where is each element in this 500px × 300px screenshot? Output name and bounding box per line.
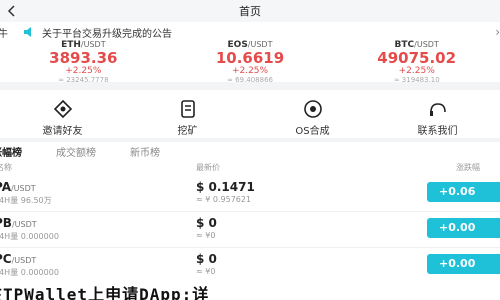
row-volume: 24H量 96.50万	[0, 196, 52, 205]
row-quote: /USDT	[10, 184, 36, 193]
ranking-tabs: 涨幅榜 成交额榜 新币榜	[0, 142, 500, 160]
chevron-right-icon[interactable]: ›	[495, 25, 500, 39]
row-quote: /USDT	[11, 220, 37, 229]
ticker-eos[interactable]: EOS/USDT 10.6619 +2.25% ≈ 69.408866	[167, 40, 334, 84]
caption-text: 在TPWallet上申请DApp:详	[0, 285, 210, 300]
ticker-strip: ETH/USDT 3893.36 +2.25% ≈ 23245.7778 EOS…	[0, 40, 500, 84]
speaker-icon	[24, 27, 31, 37]
column-header: 名称 最新价 涨跌幅	[0, 160, 500, 174]
app-screen: 首页 牛 关于平台交易升级完成的公告 › ETH/USDT 3893.36 +2…	[0, 0, 500, 300]
ticker-change: +2.25%	[398, 66, 435, 76]
ticker-price: 3893.36	[49, 49, 118, 67]
ticker-quote: /USDT	[247, 40, 273, 49]
tab-gainers[interactable]: 涨幅榜	[0, 144, 22, 159]
ticker-price: 10.6619	[215, 49, 285, 67]
notice-bar[interactable]: 牛 关于平台交易升级完成的公告 ›	[0, 22, 500, 42]
col-change: 涨跌幅	[456, 163, 480, 172]
caption-banner: 在TPWallet上申请DApp:详	[0, 282, 500, 300]
tab-new-coins[interactable]: 新币榜	[130, 144, 160, 159]
table-row[interactable]: PB/USDT 24H量 0.000000 $ 0 ≈ ¥0 +0.00	[0, 212, 500, 248]
mining-icon	[180, 100, 195, 118]
row-symbol: PB	[0, 216, 12, 230]
tab-volume[interactable]: 成交额榜	[56, 144, 96, 159]
table-row[interactable]: PC/USDT 24H量 0.000000 $ 0 ≈ ¥0 +0.00	[0, 248, 500, 284]
row-fiat: ≈ ¥0	[196, 267, 216, 276]
quick-mining[interactable]: 挖矿	[125, 92, 250, 138]
row-price: $ 0	[196, 252, 217, 266]
ticker-quote: /USDT	[80, 40, 106, 49]
quick-label: 挖矿	[177, 126, 198, 137]
col-price: 最新价	[196, 163, 220, 172]
quick-invite[interactable]: 邀请好友	[0, 92, 125, 138]
change-badge[interactable]: +0.06	[427, 182, 500, 202]
row-symbol: PA	[0, 180, 11, 194]
quick-contact[interactable]: 联系我们	[375, 92, 500, 138]
row-fiat: ≈ ¥0	[196, 231, 216, 240]
top-bar: 首页	[0, 0, 500, 22]
synthesize-icon	[303, 100, 322, 118]
row-volume: 24H量 0.000000	[0, 268, 59, 277]
page-title: 首页	[239, 5, 261, 18]
notice-text[interactable]: 关于平台交易升级完成的公告	[42, 25, 172, 40]
invite-icon	[53, 99, 72, 119]
row-fiat: ≈ ¥ 0.957621	[196, 195, 252, 204]
table-row[interactable]: PA/USDT 24H量 96.50万 $ 0.1471 ≈ ¥ 0.95762…	[0, 176, 500, 212]
row-volume: 24H量 0.000000	[0, 232, 59, 241]
quick-label: OS合成	[295, 126, 330, 137]
ticker-change: +2.25%	[231, 66, 269, 76]
section-divider	[0, 82, 500, 90]
ticker-eth[interactable]: ETH/USDT 3893.36 +2.25% ≈ 23245.7778	[0, 40, 167, 84]
ticker-change: +2.25%	[65, 66, 102, 76]
ticker-btc[interactable]: BTC/USDT 49075.02 +2.25% ≈ 319483.10	[333, 40, 500, 84]
row-price: $ 0.1471	[196, 180, 255, 194]
quick-synthesize[interactable]: OS合成	[250, 92, 375, 138]
row-price: $ 0	[196, 216, 217, 230]
ticker-quote: /USDT	[414, 40, 439, 49]
quick-label: 联系我们	[417, 126, 458, 137]
row-symbol: PC	[0, 252, 12, 266]
col-name: 名称	[0, 163, 12, 172]
row-quote: /USDT	[11, 256, 37, 265]
contact-icon	[429, 103, 446, 116]
notice-prefix: 牛	[0, 28, 8, 40]
change-badge[interactable]: +0.00	[427, 218, 500, 238]
ticker-price: 49075.02	[377, 49, 457, 67]
quick-label: 邀请好友	[42, 126, 83, 137]
quick-actions: 邀请好友 挖矿 OS合成 联系我们	[0, 92, 500, 138]
change-badge[interactable]: +0.00	[427, 254, 500, 274]
back-icon[interactable]	[6, 5, 18, 17]
